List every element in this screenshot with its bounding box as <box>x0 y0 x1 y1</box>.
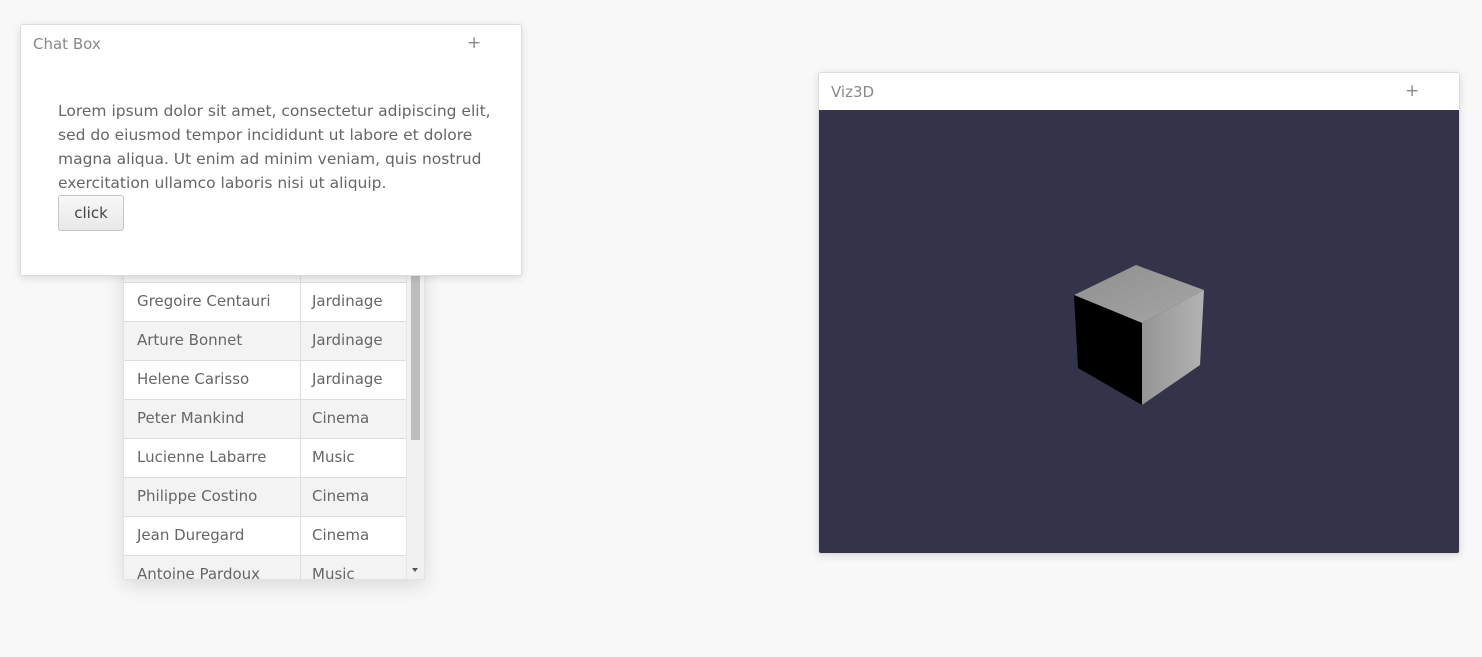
table-row[interactable]: Antoine Pardoux Music <box>124 555 406 580</box>
name-cell: Peter Mankind <box>124 400 301 438</box>
table-scrollbar[interactable] <box>406 231 424 579</box>
cube-graphic <box>1074 265 1204 405</box>
scroll-down-arrow-icon[interactable] <box>412 568 418 572</box>
table-row[interactable]: Arture Bonnet Jardinage <box>124 321 406 360</box>
name-cell: Antoine Pardoux <box>124 556 301 579</box>
name-cell: Helene Carisso <box>124 361 301 399</box>
hobby-cell: Cinema <box>312 487 370 505</box>
chat-message-text: Lorem ipsum dolor sit amet, consectetur … <box>58 102 491 192</box>
name-cell: Philippe Costino <box>124 478 301 516</box>
viz3d-panel: Viz3D + <box>818 72 1460 554</box>
hobby-cell: Jardinage <box>312 370 383 388</box>
table-row[interactable]: Helene Carisso Jardinage <box>124 360 406 399</box>
chat-box-panel: Chat Box + Lorem ipsum dolor sit amet, c… <box>20 24 522 276</box>
click-button[interactable]: click <box>58 195 124 231</box>
hobby-cell: Cinema <box>312 409 370 427</box>
plus-icon[interactable]: + <box>1405 83 1419 100</box>
table-row[interactable]: Peter Mankind Cinema <box>124 399 406 438</box>
scrollbar-thumb[interactable] <box>411 271 420 440</box>
name-cell: Gregoire Centauri <box>124 283 301 321</box>
table-row[interactable]: Philippe Costino Cinema <box>124 477 406 516</box>
chat-box-title: Chat Box <box>33 35 101 53</box>
table-row[interactable]: Lucienne Labarre Music <box>124 438 406 477</box>
viz3d-canvas[interactable] <box>819 110 1459 553</box>
hobby-cell: Music <box>312 448 355 466</box>
hobby-cell: Cinema <box>312 526 370 544</box>
people-table-panel: Gregoire Centauri Jardinage Gregoire Cen… <box>123 230 425 580</box>
name-cell: Lucienne Labarre <box>124 439 301 477</box>
name-cell: Arture Bonnet <box>124 322 301 360</box>
viz3d-title: Viz3D <box>831 83 875 101</box>
table-row[interactable]: Jean Duregard Cinema <box>124 516 406 555</box>
hobby-cell: Jardinage <box>312 331 383 349</box>
plus-icon[interactable]: + <box>467 35 481 52</box>
table-row[interactable]: Gregoire Centauri Jardinage <box>124 282 406 321</box>
hobby-cell: Jardinage <box>312 292 383 310</box>
hobby-cell: Music <box>312 565 355 580</box>
people-table: Gregoire Centauri Jardinage Gregoire Cen… <box>124 243 406 580</box>
name-cell: Jean Duregard <box>124 517 301 555</box>
